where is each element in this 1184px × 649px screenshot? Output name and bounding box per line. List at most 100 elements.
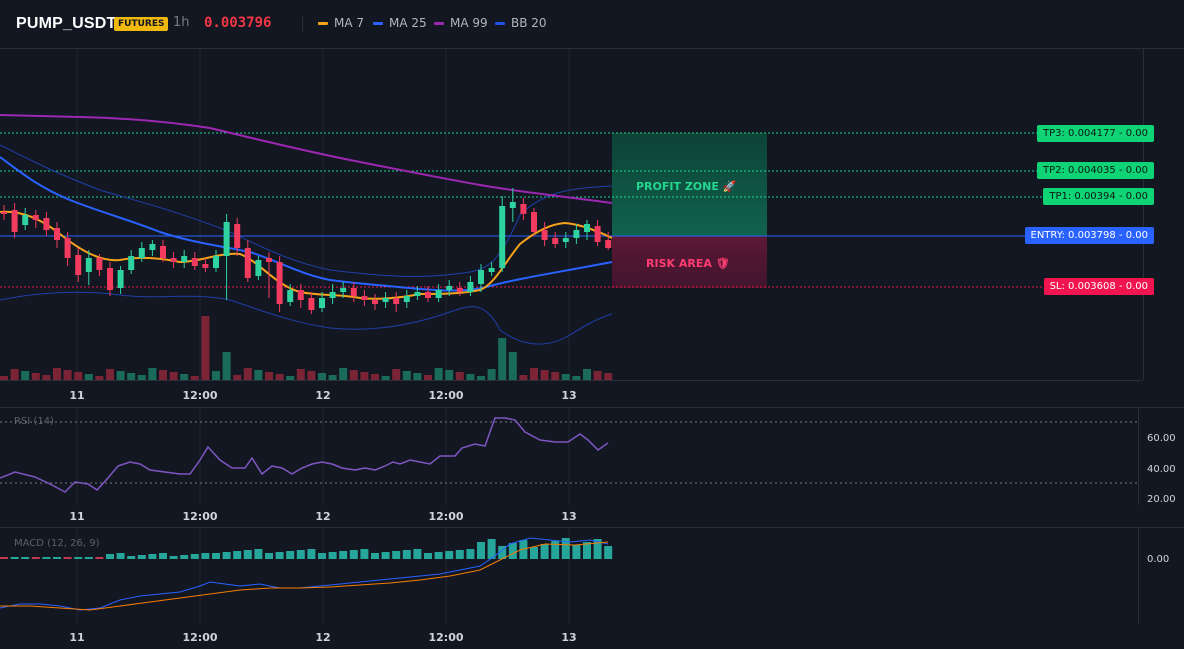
candle-body[interactable] [372,300,378,304]
candle-body[interactable] [340,288,347,292]
candle-body[interactable] [64,238,71,258]
sl-tag[interactable]: SL: 0.003608 - 0.00 [1043,278,1154,295]
candle-body[interactable] [382,298,389,302]
candle-body[interactable] [403,296,410,302]
candle-body[interactable] [520,204,527,214]
volume-bar [10,369,19,380]
candle-body[interactable] [361,296,368,300]
candle-body[interactable] [435,290,442,298]
candle-body[interactable] [393,298,400,304]
candle-body[interactable] [128,256,135,270]
volume-bar [477,376,485,380]
tp2-tag[interactable]: TP2: 0.004035 - 0.00 [1037,162,1154,179]
candlestick-series[interactable] [1,188,612,314]
macd-histogram-bar [540,544,549,559]
macd-histogram-bar [286,551,295,559]
candle-body[interactable] [308,298,315,310]
volume-bar [498,338,507,380]
volume-bar [530,368,538,380]
macd-histogram-bar [445,551,454,559]
candle-body[interactable] [297,290,304,300]
candle-body[interactable] [329,292,336,298]
candle-body[interactable] [11,210,18,232]
candle-body[interactable] [22,215,29,225]
volume-bar [42,375,51,380]
candle-body[interactable] [499,206,506,268]
macd-histogram-bar [275,552,284,559]
candle-body[interactable] [213,256,219,268]
candle-body[interactable] [255,260,262,276]
volume-bar [265,372,273,380]
vertical-grid [76,49,570,624]
chart-canvas[interactable]: PROFIT ZONE 🚀 RISK AREA 🛡 11 12:00 12 12… [0,0,1184,649]
candle-body[interactable] [223,222,230,256]
volume-bar [328,375,337,380]
entry-tag[interactable]: ENTRY: 0.003798 - 0.00 [1024,227,1154,244]
volume-bar [445,370,454,380]
bb-upper [0,144,613,277]
candle-body[interactable] [531,212,537,232]
candle-body[interactable] [594,226,601,242]
candle-body[interactable] [54,228,60,240]
macd-histogram-bar [466,549,475,559]
volume-bar [402,371,411,380]
volume-bar [307,371,316,380]
volume-bar [275,374,284,380]
candle-body[interactable] [1,212,7,214]
candle-body[interactable] [181,256,188,262]
candle-body[interactable] [509,202,516,208]
candle-body[interactable] [138,248,145,258]
volume-bar [392,369,401,380]
candle-body[interactable] [456,288,463,292]
tp1-tag[interactable]: TP1: 0.00394 - 0.00 [1043,188,1154,205]
candle-body[interactable] [584,224,590,232]
candle-body[interactable] [287,290,294,302]
candle-body[interactable] [266,258,272,262]
candle-body[interactable] [573,230,580,238]
candle-body[interactable] [478,270,484,284]
macd-histogram-bar [371,553,379,559]
candle-body[interactable] [319,298,325,308]
candle-body[interactable] [149,244,156,250]
candle-body[interactable] [276,262,283,304]
candle-body[interactable] [350,288,357,296]
candle-body[interactable] [160,246,166,258]
candle-body[interactable] [414,292,421,296]
candle-body[interactable] [107,268,113,290]
volume-bar [212,371,220,380]
candle-body[interactable] [467,282,474,292]
volume-bar [413,373,422,380]
candle-body[interactable] [75,255,82,275]
candle-body[interactable] [605,240,612,248]
tp3-tag[interactable]: TP3: 0.004177 - 0.00 [1037,125,1154,142]
candle-body[interactable] [488,268,495,272]
macd-histogram-bar [424,553,432,559]
candle-body[interactable] [446,286,453,290]
volume-bar [148,368,157,380]
volume-bar [487,369,496,380]
candle-body[interactable] [234,224,241,248]
candle-body[interactable] [191,258,198,266]
rsi-line [0,417,609,493]
tp2-label: TP2: 0.004035 [1043,165,1116,176]
candle-body[interactable] [541,230,548,240]
time-axis-label: 13 [561,631,576,644]
candle-body[interactable] [170,258,177,262]
macd-histogram-bar [169,556,178,559]
candle-body[interactable] [552,238,559,244]
macd-histogram-bar [95,557,104,559]
candle-body[interactable] [85,258,92,272]
candle-body[interactable] [202,264,209,268]
macd-histogram-bar [0,557,8,559]
candle-body[interactable] [425,292,431,298]
volume-bar [466,374,475,380]
candle-body[interactable] [244,248,251,278]
candle-body[interactable] [96,258,103,270]
volume-bar [381,376,390,380]
candle-body[interactable] [43,218,50,230]
candle-body[interactable] [32,215,39,220]
candle-body[interactable] [117,270,124,288]
volume-bar [296,369,305,380]
macd-histogram-bar [180,555,189,559]
candle-body[interactable] [562,238,569,242]
